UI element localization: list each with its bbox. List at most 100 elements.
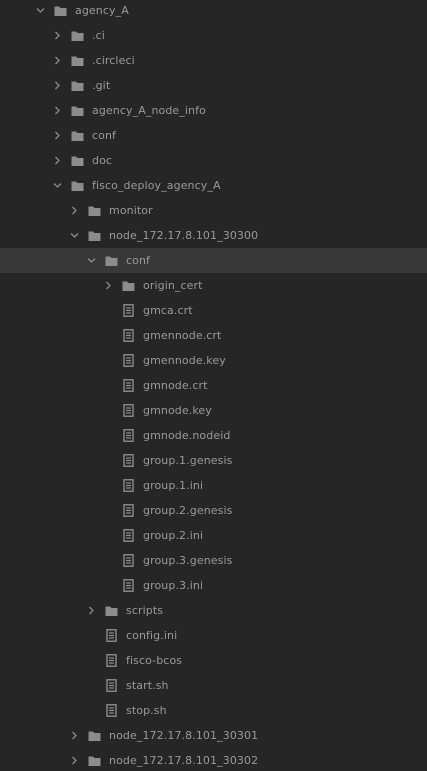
file-icon	[122, 579, 135, 592]
folder-icon	[88, 229, 101, 242]
tree-folder-row[interactable]: node_172.17.8.101_30302	[0, 748, 427, 771]
tree-item-label: .circleci	[92, 54, 135, 67]
chevron-right-icon[interactable]	[70, 206, 79, 215]
tree-item-label: .git	[92, 79, 111, 92]
tree-item-label: agency_A_node_info	[92, 104, 206, 117]
file-icon	[122, 454, 135, 467]
tree-item-label: agency_A	[75, 4, 129, 17]
folder-icon	[71, 104, 84, 117]
tree-file-row[interactable]: group.2.genesis	[0, 498, 427, 523]
tree-file-row[interactable]: gmennode.key	[0, 348, 427, 373]
tree-item-label: group.1.ini	[143, 479, 204, 492]
file-icon	[105, 629, 118, 642]
chevron-down-icon[interactable]	[36, 6, 45, 15]
tree-item-label: doc	[92, 154, 113, 167]
chevron-right-icon[interactable]	[53, 81, 62, 90]
file-icon	[122, 329, 135, 342]
file-icon	[122, 479, 135, 492]
tree-item-label: stop.sh	[126, 704, 167, 717]
folder-icon	[71, 79, 84, 92]
tree-item-label: group.2.ini	[143, 529, 204, 542]
folder-icon	[71, 154, 84, 167]
chevron-right-icon[interactable]	[53, 56, 62, 65]
tree-item-label: scripts	[126, 604, 164, 617]
tree-file-row[interactable]: gmca.crt	[0, 298, 427, 323]
tree-folder-row[interactable]: conf	[0, 248, 427, 273]
chevron-right-icon[interactable]	[70, 731, 79, 740]
tree-folder-row[interactable]: .git	[0, 73, 427, 98]
tree-folder-row[interactable]: origin_cert	[0, 273, 427, 298]
tree-item-label: .ci	[92, 29, 105, 42]
tree-folder-row[interactable]: .ci	[0, 23, 427, 48]
folder-icon	[88, 754, 101, 767]
chevron-down-icon[interactable]	[53, 181, 62, 190]
chevron-right-icon[interactable]	[53, 156, 62, 165]
folder-icon	[88, 204, 101, 217]
folder-icon	[105, 254, 118, 267]
tree-folder-row[interactable]: agency_A	[0, 0, 427, 23]
tree-folder-row[interactable]: monitor	[0, 198, 427, 223]
tree-item-label: node_172.17.8.101_30301	[109, 729, 259, 742]
tree-item-label: group.3.genesis	[143, 554, 233, 567]
folder-icon	[122, 279, 135, 292]
tree-file-row[interactable]: group.1.ini	[0, 473, 427, 498]
tree-folder-row[interactable]: node_172.17.8.101_30300	[0, 223, 427, 248]
chevron-right-icon[interactable]	[87, 606, 96, 615]
folder-icon	[105, 604, 118, 617]
chevron-right-icon[interactable]	[70, 756, 79, 765]
file-icon	[105, 654, 118, 667]
tree-item-label: node_172.17.8.101_30300	[109, 229, 259, 242]
tree-item-label: node_172.17.8.101_30302	[109, 754, 259, 767]
tree-item-label: group.1.genesis	[143, 454, 233, 467]
folder-icon	[71, 29, 84, 42]
tree-item-label: gmnode.nodeid	[143, 429, 231, 442]
tree-file-row[interactable]: gmnode.nodeid	[0, 423, 427, 448]
tree-folder-row[interactable]: node_172.17.8.101_30301	[0, 723, 427, 748]
tree-folder-row[interactable]: scripts	[0, 598, 427, 623]
chevron-down-icon[interactable]	[70, 231, 79, 240]
chevron-right-icon[interactable]	[53, 106, 62, 115]
tree-file-row[interactable]: config.ini	[0, 623, 427, 648]
file-icon	[122, 429, 135, 442]
tree-file-row[interactable]: gmnode.key	[0, 398, 427, 423]
file-icon	[105, 679, 118, 692]
tree-item-label: conf	[126, 254, 151, 267]
folder-icon	[88, 729, 101, 742]
tree-file-row[interactable]: stop.sh	[0, 698, 427, 723]
tree-item-label: group.3.ini	[143, 579, 204, 592]
tree-folder-row[interactable]: agency_A_node_info	[0, 98, 427, 123]
file-icon	[122, 529, 135, 542]
chevron-right-icon[interactable]	[53, 31, 62, 40]
tree-item-label: fisco-bcos	[126, 654, 183, 667]
tree-file-row[interactable]: group.1.genesis	[0, 448, 427, 473]
file-icon	[122, 379, 135, 392]
tree-file-row[interactable]: group.2.ini	[0, 523, 427, 548]
folder-icon	[71, 54, 84, 67]
file-icon	[122, 354, 135, 367]
tree-item-label: config.ini	[126, 629, 178, 642]
chevron-right-icon[interactable]	[53, 131, 62, 140]
file-icon	[122, 304, 135, 317]
tree-item-label: gmnode.crt	[143, 379, 208, 392]
tree-folder-row[interactable]: .circleci	[0, 48, 427, 73]
tree-item-label: start.sh	[126, 679, 169, 692]
tree-item-label: gmennode.crt	[143, 329, 222, 342]
tree-folder-row[interactable]: fisco_deploy_agency_A	[0, 173, 427, 198]
tree-file-row[interactable]: group.3.ini	[0, 573, 427, 598]
file-icon	[122, 504, 135, 517]
folder-icon	[71, 179, 84, 192]
tree-file-row[interactable]: gmnode.crt	[0, 373, 427, 398]
file-icon	[122, 554, 135, 567]
tree-file-row[interactable]: group.3.genesis	[0, 548, 427, 573]
tree-folder-row[interactable]: conf	[0, 123, 427, 148]
tree-file-row[interactable]: start.sh	[0, 673, 427, 698]
tree-file-row[interactable]: gmennode.crt	[0, 323, 427, 348]
chevron-right-icon[interactable]	[104, 281, 113, 290]
tree-folder-row[interactable]: doc	[0, 148, 427, 173]
tree-item-label: fisco_deploy_agency_A	[92, 179, 221, 192]
tree-file-row[interactable]: fisco-bcos	[0, 648, 427, 673]
chevron-down-icon[interactable]	[87, 256, 96, 265]
folder-icon	[71, 129, 84, 142]
tree-item-label: group.2.genesis	[143, 504, 233, 517]
file-tree: agency_A .ci .circleci .git agency_A_node_in…	[0, 0, 427, 771]
